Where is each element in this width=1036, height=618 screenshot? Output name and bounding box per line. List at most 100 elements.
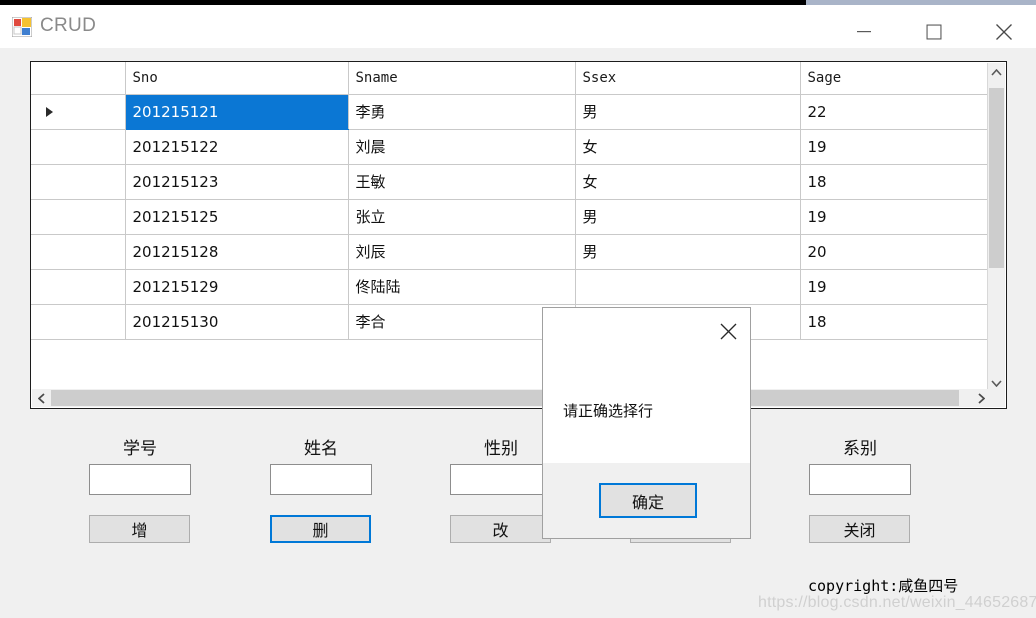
row-pointer — [31, 235, 124, 269]
minimize-icon — [857, 30, 871, 32]
row-header-cell[interactable] — [31, 234, 126, 270]
cell-sno[interactable]: 201215129 — [125, 269, 349, 305]
table-header-row: Sno Sname Ssex Sage — [31, 62, 989, 95]
add-button[interactable]: 增 — [89, 515, 190, 543]
close-button[interactable] — [974, 10, 1034, 53]
cell-ssex[interactable] — [575, 269, 801, 305]
row-header-cell[interactable] — [31, 164, 126, 200]
label-ssex: 性别 — [484, 439, 518, 459]
cell-sname[interactable]: 李合 — [348, 304, 576, 340]
cell-ssex[interactable]: 男 — [575, 199, 801, 235]
row-header-cell[interactable] — [31, 129, 126, 165]
row-pointer — [31, 270, 124, 304]
column-header-sage[interactable]: Sage — [800, 62, 989, 95]
chevron-down-icon — [991, 379, 1002, 387]
title-bar: CRUD — [0, 5, 1036, 48]
data-grid-viewport: Sno Sname Ssex Sage 201215121 李勇男 22 201215… — [31, 62, 1006, 408]
watermark-text: https://blog.csdn.net/weixin_44652687 — [758, 594, 1036, 611]
column-header-sname[interactable]: Sname — [348, 62, 576, 95]
scroll-left-button[interactable] — [32, 389, 50, 407]
column-header-ssex[interactable]: Ssex — [575, 62, 801, 95]
cell-sno[interactable]: 201215121 — [125, 94, 349, 130]
cell-sno[interactable]: 201215122 — [125, 129, 349, 165]
cell-sage[interactable]: 22 — [800, 94, 989, 130]
close-icon — [996, 23, 1012, 40]
row-pointer — [31, 305, 124, 339]
label-sno: 学号 — [123, 439, 157, 459]
cell-sno[interactable]: 201215128 — [125, 234, 349, 270]
minimize-button[interactable] — [834, 10, 894, 53]
data-grid[interactable]: Sno Sname Ssex Sage 201215121 李勇男 22 201215… — [30, 61, 1007, 409]
table-row[interactable]: 201215121 李勇男 22 — [31, 94, 989, 130]
cell-sname[interactable]: 佟陆陆 — [348, 269, 576, 305]
copyright-label: copyright:咸鱼四号 — [808, 577, 959, 595]
grid-horizontal-scrollbar[interactable] — [32, 389, 990, 407]
close-form-button[interactable]: 关闭 — [809, 515, 910, 543]
table-row[interactable]: 201215129 佟陆陆 19 — [31, 269, 989, 305]
row-pointer-icon — [46, 106, 53, 117]
maximize-button[interactable] — [904, 10, 964, 53]
app-window: CRUD Sno Sname Ssex Sage 201215121 李勇 男 … — [0, 0, 1036, 618]
cell-ssex[interactable]: 女 — [575, 129, 801, 165]
dialog-footer: 确定 — [543, 463, 750, 538]
window-title: CRUD — [40, 15, 97, 36]
row-header-cell[interactable] — [31, 94, 126, 130]
vertical-scroll-thumb[interactable] — [989, 88, 1004, 268]
maximize-icon — [926, 24, 942, 39]
cell-sno[interactable]: 201215123 — [125, 164, 349, 200]
table-body: 201215121 李勇男 22 201215122 刘晨女 19 201215123 王敏女… — [31, 94, 989, 340]
column-header-sno[interactable]: Sno — [125, 62, 349, 95]
table-row[interactable]: 201215123 王敏女 18 — [31, 164, 989, 200]
cell-sage[interactable]: 20 — [800, 234, 989, 270]
label-sdept: 系别 — [843, 439, 877, 459]
scroll-up-button[interactable] — [988, 63, 1005, 81]
dialog-close-button[interactable] — [714, 318, 742, 344]
row-header-cell[interactable] — [31, 304, 126, 340]
cell-ssex[interactable]: 男 — [575, 94, 801, 130]
input-ssex[interactable] — [450, 464, 552, 495]
table-row[interactable]: 201215130 李合 18 — [31, 304, 989, 340]
cell-ssex[interactable]: 女 — [575, 164, 801, 200]
message-dialog: 请正确选择行 确定 — [542, 307, 751, 539]
cell-sage[interactable]: 19 — [800, 199, 989, 235]
row-pointer — [31, 130, 124, 164]
cell-sno[interactable]: 201215125 — [125, 199, 349, 235]
input-sno[interactable] — [89, 464, 191, 495]
table-row[interactable]: 201215128 刘辰男 20 — [31, 234, 989, 270]
table-row[interactable]: 201215122 刘晨女 19 — [31, 129, 989, 165]
cell-sname[interactable]: 李勇 — [348, 94, 576, 130]
row-header-cell[interactable] — [31, 269, 126, 305]
cell-sage[interactable]: 18 — [800, 304, 989, 340]
cell-sname[interactable]: 王敏 — [348, 164, 576, 200]
input-sdept[interactable] — [809, 464, 911, 495]
horizontal-scroll-thumb[interactable] — [51, 390, 959, 406]
cell-sname[interactable]: 张立 — [348, 199, 576, 235]
grid-scroll-corner — [987, 389, 1005, 407]
delete-button[interactable]: 删 — [270, 515, 371, 543]
cell-sage[interactable]: 18 — [800, 164, 989, 200]
app-icon — [11, 16, 33, 38]
modify-button[interactable]: 改 — [450, 515, 551, 543]
dialog-ok-button[interactable]: 确定 — [599, 483, 697, 518]
column-header-rowselect[interactable] — [31, 62, 126, 95]
grid-vertical-scrollbar[interactable] — [987, 63, 1005, 392]
cell-sname[interactable]: 刘晨 — [348, 129, 576, 165]
cell-sname[interactable]: 刘辰 — [348, 234, 576, 270]
chevron-left-icon — [37, 392, 45, 404]
cell-ssex[interactable]: 男 — [575, 234, 801, 270]
row-pointer — [31, 165, 124, 199]
cell-sno[interactable]: 201215130 — [125, 304, 349, 340]
row-pointer — [31, 200, 124, 234]
row-header-cell[interactable] — [31, 199, 126, 235]
cell-sage[interactable]: 19 — [800, 269, 989, 305]
student-table: Sno Sname Ssex Sage 201215121 李勇男 22 201215… — [31, 62, 989, 340]
row-pointer — [31, 95, 124, 129]
chevron-up-icon — [991, 68, 1002, 76]
chevron-right-icon — [977, 392, 985, 404]
form-surface: Sno Sname Ssex Sage 201215121 李勇男 22 201215… — [0, 48, 1036, 618]
label-sname: 姓名 — [304, 439, 338, 459]
dialog-message: 请正确选择行 — [563, 402, 654, 420]
table-row[interactable]: 201215125 张立男 19 — [31, 199, 989, 235]
cell-sage[interactable]: 19 — [800, 129, 989, 165]
input-sname[interactable] — [270, 464, 372, 495]
